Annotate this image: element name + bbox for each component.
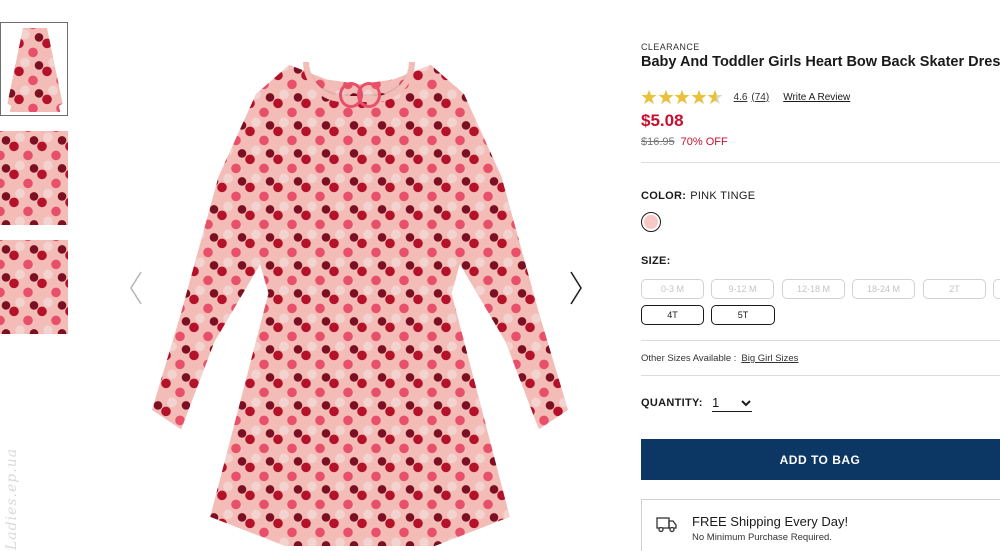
size-option-5t[interactable]: 5T — [711, 305, 775, 325]
swatch-fill — [644, 215, 658, 229]
chevron-left-icon[interactable] — [126, 268, 146, 308]
other-sizes-label: Other Sizes Available : — [641, 353, 737, 364]
shipping-info-box: FREE Shipping Every Day! No Minimum Purc… — [641, 499, 1000, 551]
review-count-link[interactable]: (74) — [751, 92, 769, 103]
product-rating: 4.6 (74) Write A Review — [641, 88, 854, 106]
site-watermark: Ladies.ep.ua — [4, 447, 20, 550]
rating-stars — [641, 89, 724, 105]
big-girl-sizes-link[interactable]: Big Girl Sizes — [741, 353, 798, 364]
star-icon — [707, 89, 723, 105]
write-review-link[interactable]: Write A Review — [783, 92, 850, 103]
divider — [641, 375, 1000, 376]
thumbnail-front-view[interactable] — [0, 22, 68, 116]
rating-value-link[interactable]: 4.6 — [734, 92, 748, 103]
thumbnail-gallery — [0, 22, 68, 349]
original-price: $16.95 — [641, 136, 675, 148]
star-icon — [674, 89, 690, 105]
product-title: Baby And Toddler Girls Heart Bow Back Sk… — [641, 54, 1000, 70]
color-label: COLOR: — [641, 190, 687, 202]
color-swatch-pink-tinge[interactable] — [641, 212, 661, 232]
size-label: SIZE: — [641, 255, 671, 267]
price-comparison: $16.95 70% OFF — [641, 136, 728, 148]
star-icon — [658, 89, 674, 105]
sale-price: $5.08 — [641, 111, 684, 130]
thumbnail-back-image — [0, 240, 68, 334]
thumbnail-front-image — [7, 28, 63, 112]
size-option-2t: 2T — [923, 279, 986, 299]
divider — [641, 162, 1000, 163]
thumbnail-fabric-image — [0, 131, 68, 225]
size-option-9-12m: 9-12 M — [711, 279, 774, 299]
size-option-3t: 3T — [993, 279, 1000, 299]
size-option-18-24m: 18-24 M — [852, 279, 915, 299]
clearance-badge: CLEARANCE — [641, 42, 700, 52]
discount-percent: 70% OFF — [680, 136, 728, 148]
add-to-bag-button[interactable]: ADD TO BAG — [641, 439, 1000, 480]
size-option-12-18m: 12-18 M — [782, 279, 845, 299]
add-to-bag-label: ADD TO BAG — [779, 452, 861, 467]
free-shipping-subtitle: No Minimum Purchase Required. — [692, 532, 832, 543]
thumbnail-back-view[interactable] — [0, 240, 68, 334]
chevron-down-icon — [741, 400, 751, 407]
star-icon — [691, 89, 707, 105]
quantity-value: 1 — [712, 395, 720, 410]
main-product-image — [108, 28, 608, 551]
free-shipping-title: FREE Shipping Every Day! — [692, 514, 849, 529]
thumbnail-fabric-detail[interactable] — [0, 131, 68, 225]
product-details-panel: CLEARANCE Baby And Toddler Girls Heart B… — [641, 0, 1000, 551]
size-option-4t[interactable]: 4T — [641, 305, 704, 325]
selected-color: PINK TINGE — [690, 190, 756, 202]
quantity-label: QUANTITY: — [641, 397, 703, 409]
dress-image — [152, 64, 568, 546]
chevron-right-icon[interactable] — [566, 268, 586, 308]
color-selector: COLOR: PINK TINGE — [641, 190, 755, 202]
other-sizes: Other Sizes Available : Big Girl Sizes — [641, 353, 798, 364]
star-icon — [641, 89, 657, 105]
bow-back-detail — [339, 80, 381, 108]
truck-icon — [656, 517, 677, 533]
quantity-select[interactable]: 1 — [712, 394, 752, 412]
size-option-0-3m: 0-3 M — [641, 279, 704, 299]
divider — [641, 340, 1000, 341]
